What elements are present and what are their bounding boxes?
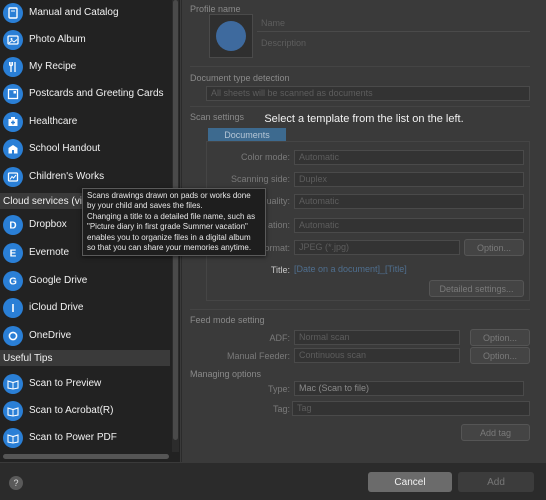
profile-avatar[interactable] xyxy=(209,14,253,58)
icloud-icon xyxy=(3,297,23,318)
tooltip-line: Changing a title to a detailed file name… xyxy=(87,211,256,253)
scanning-side-select[interactable]: Duplex xyxy=(294,172,524,187)
manual-feeder-select[interactable]: Continuous scan xyxy=(294,348,460,363)
type-select[interactable]: Mac (Scan to file) xyxy=(294,381,524,396)
tag-input[interactable]: Tag xyxy=(292,401,530,416)
evernote-icon: E xyxy=(3,242,23,263)
sidebar-item-onedrive[interactable]: OneDrive xyxy=(0,322,170,349)
description-field[interactable]: Description xyxy=(257,37,530,52)
useful-tips-header: Useful Tips xyxy=(0,350,170,366)
sidebar-item-label: Dropbox xyxy=(29,219,67,230)
open-book-icon xyxy=(3,373,23,394)
color-mode-label: Color mode: xyxy=(240,152,290,162)
type-label: Type: xyxy=(267,384,290,394)
sidebar-item-scan-to-acrobat[interactable]: Scan to Acrobat(R) xyxy=(0,397,170,424)
sidebar-item-label: OneDrive xyxy=(29,330,72,341)
sidebar-item-label: Children's Works xyxy=(29,171,105,182)
sidebar-item-photo-album[interactable]: Photo Album xyxy=(0,26,170,53)
title-value[interactable]: [Date on a document]_[Title] xyxy=(290,263,524,278)
sidebar-item-label: School Handout xyxy=(29,143,101,154)
doc-type-detection-label: Document type detection xyxy=(190,73,290,83)
sidebar-item-label: Healthcare xyxy=(29,116,78,127)
sidebar-item-label: Manual and Catalog xyxy=(29,7,119,18)
doc-type-select[interactable]: All sheets will be scanned as documents xyxy=(206,86,530,101)
name-field[interactable]: Name xyxy=(257,17,530,32)
color-mode-select[interactable]: Automatic xyxy=(294,150,524,165)
detailed-settings-button[interactable]: Detailed settings... xyxy=(429,280,524,297)
book-icon xyxy=(3,2,23,23)
sidebar-item-label: Photo Album xyxy=(29,34,86,45)
google-drive-icon: G xyxy=(3,270,23,291)
adf-option-button[interactable]: Option... xyxy=(470,329,530,346)
onedrive-icon xyxy=(3,325,23,346)
sidebar-item-manual-catalog[interactable]: Manual and Catalog xyxy=(0,0,170,26)
dialog-footer: ? Cancel Add xyxy=(0,462,546,500)
sidebar-item-google-drive[interactable]: G Google Drive xyxy=(0,267,170,294)
drawing-icon xyxy=(3,166,23,187)
photo-album-icon xyxy=(3,29,23,50)
tab-documents[interactable]: Documents xyxy=(208,128,286,142)
managing-options-label: Managing options xyxy=(190,369,262,379)
add-button[interactable]: Add xyxy=(458,472,534,492)
divider xyxy=(190,66,530,67)
svg-text:E: E xyxy=(10,248,17,259)
select-template-message: Select a template from the list on the l… xyxy=(264,113,464,125)
sidebar-item-scan-to-preview[interactable]: Scan to Preview xyxy=(0,370,170,397)
adf-select[interactable]: Normal scan xyxy=(294,330,460,345)
sidebar-item-my-recipe[interactable]: My Recipe xyxy=(0,53,170,80)
sidebar-item-label: My Recipe xyxy=(29,61,77,72)
sidebar-item-label: iCloud Drive xyxy=(29,302,84,313)
svg-text:G: G xyxy=(9,276,17,287)
tooltip-line: Scans drawings drawn on pads or works do… xyxy=(87,191,251,211)
sidebar-item-label: Scan to Preview xyxy=(29,378,102,389)
divider xyxy=(190,106,530,107)
sidebar-item-healthcare[interactable]: Healthcare xyxy=(0,108,170,135)
orientation-select[interactable]: Automatic xyxy=(294,218,524,233)
sidebar-item-label: Scan to Power PDF xyxy=(29,432,117,443)
format-option-button[interactable]: Option... xyxy=(464,239,524,256)
manual-feeder-label: Manual Feeder: xyxy=(226,351,290,361)
svg-text:D: D xyxy=(9,220,16,231)
sidebar-item-postcards[interactable]: Postcards and Greeting Cards xyxy=(0,80,170,107)
avatar-circle xyxy=(216,21,246,51)
open-book-icon xyxy=(3,427,23,448)
sidebar-item-label: Evernote xyxy=(29,247,70,258)
school-icon xyxy=(3,138,23,159)
postcard-icon xyxy=(3,83,23,104)
sidebar-item-school-handout[interactable]: School Handout xyxy=(0,135,170,162)
help-button[interactable]: ? xyxy=(9,476,23,490)
cancel-button[interactable]: Cancel xyxy=(368,472,452,492)
open-book-icon xyxy=(3,400,23,421)
adf-label: ADF: xyxy=(269,333,290,343)
sidebar-item-label: Scan to Acrobat(R) xyxy=(29,405,114,416)
sidebar-horizontal-scrollbar[interactable] xyxy=(3,454,169,459)
tag-label: Tag: xyxy=(272,404,290,414)
sidebar-item-label: Google Drive xyxy=(29,275,88,286)
sidebar-item-label: Postcards and Greeting Cards xyxy=(29,88,164,99)
manual-feeder-option-button[interactable]: Option... xyxy=(470,347,530,364)
quality-select[interactable]: Automatic xyxy=(294,194,524,209)
sidebar-item-scan-to-power-pdf[interactable]: Scan to Power PDF xyxy=(0,424,170,451)
template-tooltip: Scans drawings drawn on pads or works do… xyxy=(82,188,266,257)
scanning-side-label: Scanning side: xyxy=(230,174,290,184)
profile-name-label: Profile name xyxy=(190,4,241,14)
title-label: Title: xyxy=(270,265,290,275)
sidebar-item-icloud-drive[interactable]: iCloud Drive xyxy=(0,294,170,321)
healthcare-icon xyxy=(3,111,23,132)
format-select[interactable]: JPEG (*.jpg) xyxy=(294,240,460,255)
dropbox-icon: D xyxy=(3,214,23,235)
divider xyxy=(190,309,530,310)
fork-knife-icon xyxy=(3,56,23,77)
feed-mode-label: Feed mode setting xyxy=(190,315,265,325)
add-tag-button[interactable]: Add tag xyxy=(461,424,530,441)
sidebar-item-childrens-works[interactable]: Children's Works xyxy=(0,163,170,190)
